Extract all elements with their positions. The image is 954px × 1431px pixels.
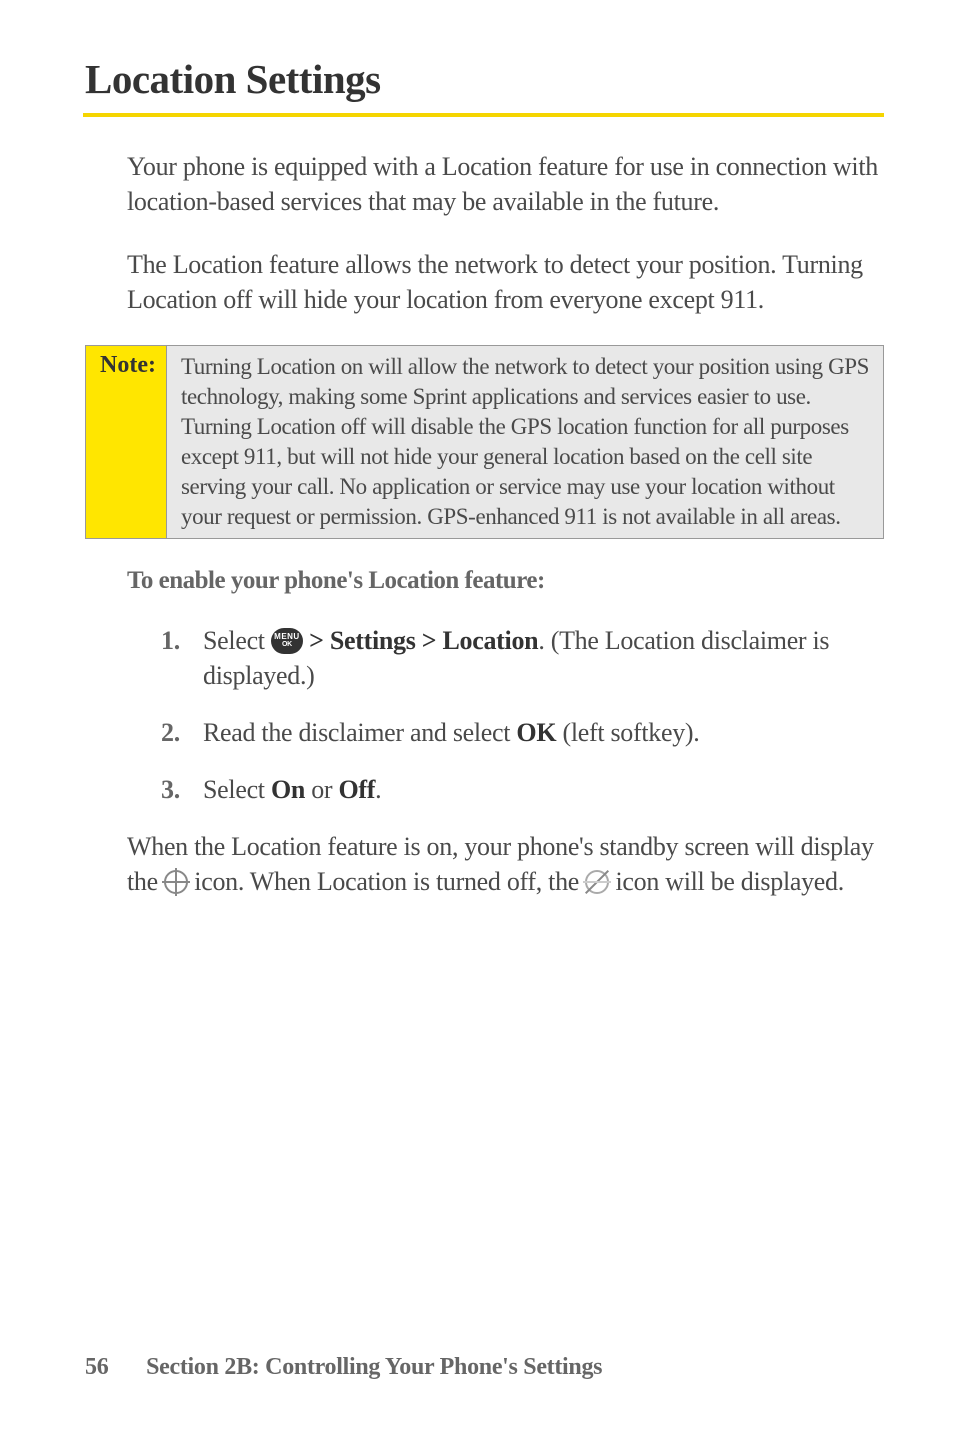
step-number: 3. bbox=[161, 772, 203, 807]
bold-path: > Settings > Location bbox=[303, 626, 538, 655]
note-content: Turning Location on will allow the netwo… bbox=[181, 352, 873, 531]
step-number: 1. bbox=[161, 623, 203, 693]
menu-ok-icon: MENUOK bbox=[271, 628, 303, 654]
page-title: Location Settings bbox=[85, 55, 884, 103]
page-number: 56 bbox=[85, 1354, 108, 1380]
icon-text-top: MENU bbox=[274, 633, 300, 641]
bold-text: On bbox=[271, 775, 305, 804]
text-fragment: Read the disclaimer and select bbox=[203, 718, 516, 747]
location-on-icon bbox=[164, 870, 188, 894]
step-text: Select MENUOK > Settings > Location. (Th… bbox=[203, 623, 884, 693]
text-fragment: or bbox=[305, 775, 338, 804]
text-fragment: . bbox=[375, 775, 381, 804]
text-fragment: Select bbox=[203, 775, 271, 804]
step-1: 1. Select MENUOK > Settings > Location. … bbox=[161, 623, 884, 693]
step-2: 2. Read the disclaimer and select OK (le… bbox=[161, 715, 884, 750]
step-number: 2. bbox=[161, 715, 203, 750]
text-fragment: Select bbox=[203, 626, 271, 655]
icon-text-bot: OK bbox=[282, 641, 292, 648]
section-label: Section 2B: Controlling Your Phone's Set… bbox=[146, 1354, 602, 1380]
steps-list: 1. Select MENUOK > Settings > Location. … bbox=[127, 623, 884, 807]
step-text: Read the disclaimer and select OK (left … bbox=[203, 715, 884, 750]
page-footer: 56 Section 2B: Controlling Your Phone's … bbox=[85, 1354, 602, 1381]
note-content-container: Turning Location on will allow the netwo… bbox=[167, 346, 883, 537]
title-underline bbox=[83, 113, 884, 117]
bold-text: Off bbox=[339, 775, 376, 804]
intro-paragraph-1: Your phone is equipped with a Location f… bbox=[127, 149, 884, 219]
note-box: Note: Turning Location on will allow the… bbox=[85, 345, 884, 538]
note-label: Note: bbox=[100, 352, 156, 379]
subheading: To enable your phone's Location feature: bbox=[127, 567, 884, 595]
location-off-icon bbox=[585, 870, 609, 894]
intro-paragraph-2: The Location feature allows the network … bbox=[127, 247, 884, 317]
closing-paragraph: When the Location feature is on, your ph… bbox=[127, 829, 884, 899]
step-3: 3. Select On or Off. bbox=[161, 772, 884, 807]
note-label-container: Note: bbox=[86, 346, 167, 537]
text-fragment: icon. When Location is turned off, the bbox=[188, 867, 585, 896]
step-text: Select On or Off. bbox=[203, 772, 884, 807]
main-content: Your phone is equipped with a Location f… bbox=[85, 149, 884, 899]
text-fragment: (left softkey). bbox=[556, 718, 699, 747]
text-fragment: icon will be displayed. bbox=[609, 867, 844, 896]
bold-text: OK bbox=[516, 718, 556, 747]
